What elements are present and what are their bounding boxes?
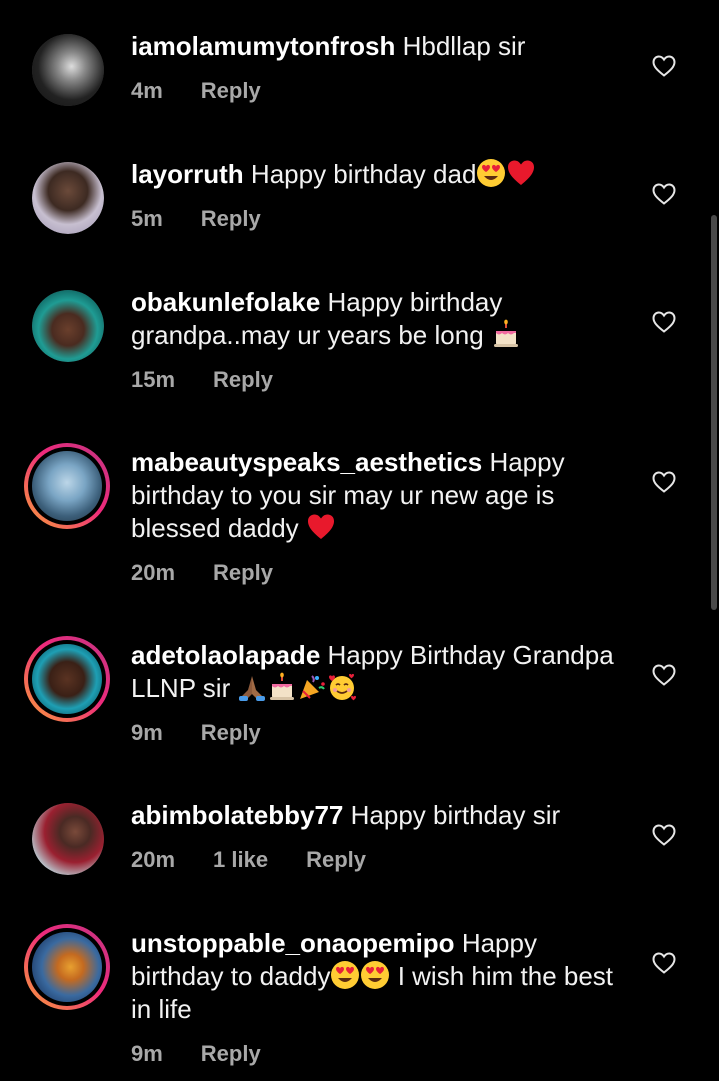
birthday-cake-emoji	[267, 672, 297, 702]
party-popper-emoji	[297, 672, 327, 702]
timestamp: 9m	[131, 720, 163, 745]
heart-icon[interactable]	[652, 664, 676, 686]
comment-meta: 20m Reply	[131, 560, 311, 586]
reply-button[interactable]: Reply	[201, 720, 261, 745]
heart-icon[interactable]	[652, 471, 676, 493]
avatar-story-ring[interactable]	[24, 636, 110, 722]
scrollbar[interactable]	[711, 215, 717, 610]
username-link[interactable]: layorruth	[131, 159, 244, 189]
avatar[interactable]	[32, 162, 104, 234]
folded-hands-emoji	[237, 672, 267, 702]
comment-body: Hbdllap sir	[402, 31, 526, 61]
heart-icon[interactable]	[652, 183, 676, 205]
reply-button[interactable]: Reply	[213, 560, 273, 585]
timestamp: 20m	[131, 847, 176, 872]
heart-eyes-emoji	[360, 960, 390, 990]
reply-button[interactable]: Reply	[201, 78, 261, 103]
username-link[interactable]: adetolaolapade	[131, 640, 320, 670]
red-heart-emoji	[506, 158, 536, 188]
timestamp: 15m	[131, 367, 176, 392]
username-link[interactable]: mabeautyspeaks_aesthetics	[131, 447, 482, 477]
timestamp: 4m	[131, 78, 163, 103]
comment-text: layorruth Happy birthday dad	[131, 158, 631, 191]
avatar[interactable]	[32, 290, 104, 362]
smiling-face-with-hearts-emoji	[327, 672, 357, 702]
comment-meta: 15m Reply	[131, 367, 311, 393]
timestamp: 20m	[131, 560, 176, 585]
comment-text: adetolaolapade Happy Birthday Grandpa LL…	[131, 639, 631, 705]
avatar-story-ring[interactable]	[24, 443, 110, 529]
reply-button[interactable]: Reply	[213, 367, 273, 392]
comment-meta: 20m 1 like Reply	[131, 847, 404, 873]
heart-icon[interactable]	[652, 311, 676, 333]
comment-meta: 5m Reply	[131, 206, 299, 232]
reply-button[interactable]: Reply	[201, 1041, 261, 1066]
comment-meta: 4m Reply	[131, 78, 299, 104]
heart-icon[interactable]	[652, 55, 676, 77]
like-count[interactable]: 1 like	[213, 847, 268, 872]
username-link[interactable]: unstoppable_onaopemipo	[131, 928, 455, 958]
avatar-story-ring[interactable]	[24, 924, 110, 1010]
heart-icon[interactable]	[652, 952, 676, 974]
comment-text: abimbolatebby77 Happy birthday sir	[131, 799, 631, 832]
avatar[interactable]	[32, 803, 104, 875]
username-link[interactable]: obakunlefolake	[131, 287, 320, 317]
timestamp: 9m	[131, 1041, 163, 1066]
heart-eyes-emoji	[476, 158, 506, 188]
comment-text: obakunlefolake Happy birthday grandpa..m…	[131, 286, 631, 352]
comment-text: iamolamumytonfrosh Hbdllap sir	[131, 30, 631, 63]
comment-text: unstoppable_onaopemipo Happy birthday to…	[131, 927, 631, 1026]
comment-meta: 9m Reply	[131, 720, 299, 746]
heart-eyes-emoji	[330, 960, 360, 990]
red-heart-emoji	[306, 512, 336, 542]
reply-button[interactable]: Reply	[201, 206, 261, 231]
birthday-cake-emoji	[491, 319, 521, 349]
comment-text: mabeautyspeaks_aesthetics Happy birthday…	[131, 446, 631, 545]
heart-icon[interactable]	[652, 824, 676, 846]
comment-body: Happy birthday sir	[350, 800, 561, 830]
reply-button[interactable]: Reply	[306, 847, 366, 872]
comment-meta: 9m Reply	[131, 1041, 299, 1067]
username-link[interactable]: iamolamumytonfrosh	[131, 31, 395, 61]
avatar[interactable]	[32, 34, 104, 106]
username-link[interactable]: abimbolatebby77	[131, 800, 343, 830]
timestamp: 5m	[131, 206, 163, 231]
comment-body: Happy birthday dad	[250, 159, 477, 189]
